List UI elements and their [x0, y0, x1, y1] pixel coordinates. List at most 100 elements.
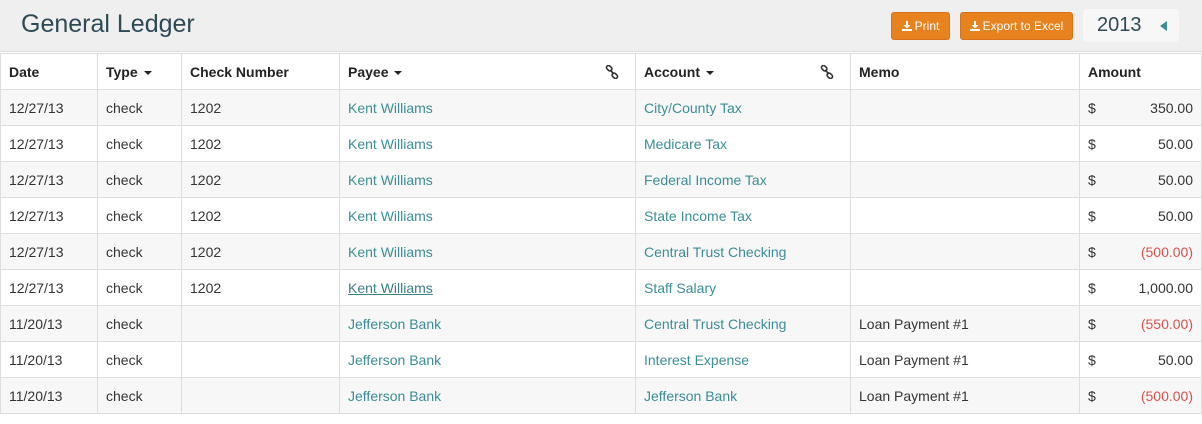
table-header-row: Date Type Check Number Payee Account Mem…	[0, 53, 1202, 90]
payee-cell: Kent Williams	[339, 89, 636, 126]
caret-left-icon[interactable]	[1160, 21, 1167, 31]
type-cell: check	[97, 305, 182, 342]
payee-link[interactable]: Kent Williams	[348, 208, 433, 224]
check-number-cell	[181, 377, 340, 414]
account-cell: Federal Income Tax	[635, 161, 851, 198]
payee-link[interactable]: Kent Williams	[348, 136, 433, 152]
memo-cell: Loan Payment #1	[850, 377, 1080, 414]
check-number-cell: 1202	[181, 89, 340, 126]
table-row: 12/27/13 check 1202 Kent Williams Medicare T…	[0, 125, 1202, 162]
account-link[interactable]: City/County Tax	[644, 100, 742, 116]
page-header: General Ledger Print Export to Excel 201…	[0, 0, 1202, 52]
page-title: General Ledger	[21, 10, 195, 38]
column-header-account[interactable]: Account	[635, 53, 851, 90]
table-row: 12/27/13 check 1202 Kent Williams Federal In…	[0, 161, 1202, 198]
column-header-memo[interactable]: Memo	[850, 53, 1080, 90]
account-cell: Jefferson Bank	[635, 377, 851, 414]
check-number-cell: 1202	[181, 233, 340, 270]
date-cell: 11/20/13	[0, 341, 98, 378]
caret-down-icon[interactable]	[706, 70, 714, 75]
date-cell: 12/27/13	[0, 233, 98, 270]
link-icon[interactable]	[820, 65, 834, 79]
amount-value: (500.00)	[1140, 388, 1193, 404]
memo-cell: Loan Payment #1	[850, 341, 1080, 378]
payee-link[interactable]: Kent Williams	[348, 244, 433, 260]
account-link[interactable]: Jefferson Bank	[644, 388, 737, 404]
account-link[interactable]: Central Trust Checking	[644, 316, 786, 332]
account-link[interactable]: Central Trust Checking	[644, 244, 786, 260]
account-link[interactable]: Medicare Tax	[644, 136, 727, 152]
amount-cell: $50.00	[1079, 197, 1202, 234]
caret-down-icon[interactable]	[394, 70, 403, 75]
type-cell: check	[97, 269, 182, 306]
currency-symbol: $	[1088, 280, 1096, 296]
currency-symbol: $	[1088, 388, 1096, 404]
account-link[interactable]: State Income Tax	[644, 208, 752, 224]
memo-cell	[850, 161, 1080, 198]
payee-cell: Kent Williams	[339, 161, 636, 198]
date-cell: 12/27/13	[0, 89, 98, 126]
table-row: 12/27/13 check 1202 Kent Williams Staff Sala…	[0, 269, 1202, 306]
type-cell: check	[97, 341, 182, 378]
print-button-label: Print	[914, 19, 940, 33]
amount-value: 1,000.00	[1138, 280, 1194, 296]
date-cell: 11/20/13	[0, 377, 98, 414]
type-cell: check	[97, 125, 182, 162]
table-row: 12/27/13 check 1202 Kent Williams Central Tr…	[0, 233, 1202, 270]
payee-link[interactable]: Kent Williams	[348, 280, 433, 296]
table-row: 11/20/13 check Jefferson Bank Interest Expe…	[0, 341, 1202, 378]
link-icon[interactable]	[605, 65, 619, 79]
currency-symbol: $	[1088, 316, 1096, 332]
amount-cell: $1,000.00	[1079, 269, 1202, 306]
type-cell: check	[97, 161, 182, 198]
column-header-type[interactable]: Type	[97, 53, 182, 90]
check-number-cell: 1202	[181, 161, 340, 198]
column-header-check-number[interactable]: Check Number	[181, 53, 340, 90]
currency-symbol: $	[1088, 172, 1096, 188]
payee-cell: Kent Williams	[339, 269, 636, 306]
amount-value: 350.00	[1150, 100, 1193, 116]
amount-value: 50.00	[1157, 136, 1193, 152]
memo-cell	[850, 269, 1080, 306]
account-cell: Staff Salary	[635, 269, 851, 306]
account-link[interactable]: Staff Salary	[644, 280, 716, 296]
memo-cell	[850, 125, 1080, 162]
payee-cell: Kent Williams	[339, 125, 636, 162]
download-icon	[969, 21, 980, 31]
amount-value: 50.00	[1157, 172, 1193, 188]
amount-cell: $ (550.00)	[1079, 305, 1202, 342]
date-cell: 12/27/13	[0, 197, 98, 234]
account-cell: City/County Tax	[635, 89, 851, 126]
payee-link[interactable]: Kent Williams	[348, 172, 433, 188]
date-cell: 12/27/13	[0, 125, 98, 162]
date-cell: 11/20/13	[0, 305, 98, 342]
amount-cell: $ (500.00)	[1079, 233, 1202, 270]
caret-down-icon[interactable]	[143, 70, 152, 75]
payee-link[interactable]: Jefferson Bank	[348, 316, 441, 332]
print-button[interactable]: Print	[891, 12, 950, 40]
column-header-date[interactable]: Date	[0, 53, 98, 90]
amount-cell: $50.00	[1079, 341, 1202, 378]
check-number-cell	[181, 305, 340, 342]
amount-cell: $50.00	[1079, 125, 1202, 162]
amount-value: (500.00)	[1140, 244, 1193, 260]
check-number-cell	[181, 341, 340, 378]
column-header-amount[interactable]: Amount	[1079, 53, 1202, 90]
table-row: 12/27/13 check 1202 Kent Williams State Inco…	[0, 197, 1202, 234]
account-link[interactable]: Federal Income Tax	[644, 172, 767, 188]
account-link[interactable]: Interest Expense	[644, 352, 749, 368]
payee-link[interactable]: Jefferson Bank	[348, 388, 441, 404]
payee-link[interactable]: Kent Williams	[348, 100, 433, 116]
amount-cell: $50.00	[1079, 161, 1202, 198]
currency-symbol: $	[1088, 100, 1096, 116]
check-number-cell: 1202	[181, 197, 340, 234]
table-row: 12/27/13 check 1202 Kent Williams City/Count…	[0, 89, 1202, 126]
payee-link[interactable]: Jefferson Bank	[348, 352, 441, 368]
memo-cell	[850, 233, 1080, 270]
export-to-excel-button[interactable]: Export to Excel	[960, 12, 1073, 40]
check-number-cell: 1202	[181, 125, 340, 162]
type-cell: check	[97, 233, 182, 270]
account-cell: Medicare Tax	[635, 125, 851, 162]
amount-value: (550.00)	[1140, 316, 1193, 332]
column-header-payee[interactable]: Payee	[339, 53, 636, 90]
